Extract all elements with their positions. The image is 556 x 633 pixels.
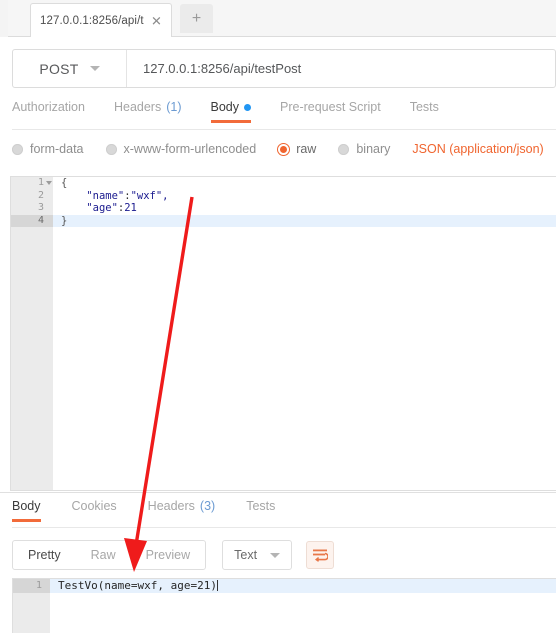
tab-headers-label: Headers	[113, 100, 162, 114]
request-tab-label: 127.0.0.1:8256/api/te	[40, 14, 144, 27]
new-tab-button[interactable]: +	[180, 4, 213, 33]
close-icon[interactable]: ✕	[150, 14, 163, 27]
response-toolbar: Pretty Raw Preview Text	[12, 540, 556, 570]
radio-icon	[12, 143, 23, 155]
view-mode-group: Pretty Raw Preview	[12, 540, 207, 570]
url-bar: POST 127.0.0.1:8256/api/testPost	[12, 49, 556, 88]
radio-x-www-form-urlencoded[interactable]: x-www-form-urlencoded	[105, 142, 257, 156]
radio-form-data-label: form-data	[30, 142, 84, 156]
plus-icon: +	[191, 10, 202, 27]
postman-window: 127.0.0.1:8256/api/te ✕ + POST 127.0.0.1…	[0, 0, 556, 633]
content-type-select[interactable]: JSON (application/json)	[412, 142, 543, 156]
tab-authorization-label: Authorization	[12, 100, 85, 114]
line-number: 3	[37, 202, 44, 214]
http-method-label: POST	[39, 60, 79, 77]
view-mode-raw-label: Raw	[90, 548, 116, 562]
radio-icon	[338, 143, 350, 155]
tab-body[interactable]: Body	[210, 100, 251, 123]
left-rail-lower	[0, 37, 8, 633]
body-modified-dot-icon	[244, 103, 251, 111]
body-type-options: form-data x-www-form-urlencoded raw bina…	[12, 139, 556, 159]
line-number: 4	[37, 214, 44, 226]
http-method-select[interactable]: POST	[13, 50, 127, 87]
radio-binary-label: binary	[356, 142, 391, 156]
response-code-area[interactable]: TestVo(name=wxf, age=21)	[50, 579, 556, 633]
radio-selected-icon	[278, 143, 290, 155]
radio-raw[interactable]: raw	[278, 142, 316, 156]
gutter-line: 1	[11, 177, 53, 190]
response-format-label: Text	[234, 548, 258, 562]
code-line: {	[61, 177, 68, 189]
response-line-number: 1	[13, 579, 50, 593]
tab-tests[interactable]: Tests	[410, 100, 439, 123]
code-line: }	[53, 214, 556, 228]
view-mode-preview-label: Preview	[145, 548, 191, 562]
gutter-line: 2	[11, 190, 53, 203]
view-mode-pretty-label: Pretty	[28, 548, 61, 562]
gutter-line: 4	[11, 214, 53, 228]
radio-binary[interactable]: binary	[338, 142, 390, 156]
gutter-line: 3	[11, 202, 53, 215]
response-tab-tests[interactable]: Tests	[246, 499, 275, 522]
tab-authorization[interactable]: Authorization	[12, 100, 85, 123]
code-line: "age":21	[86, 202, 137, 215]
response-tab-body-label: Body	[12, 499, 41, 513]
content-type-label: JSON (application/json)	[412, 142, 544, 156]
tab-headers[interactable]: Headers (1)	[114, 100, 182, 123]
response-tab-cookies-label: Cookies	[71, 499, 117, 513]
view-mode-raw[interactable]: Raw	[76, 541, 131, 569]
response-tab-headers-label: Headers	[147, 499, 195, 513]
request-body-editor[interactable]: 1 2 3 4 { "name":"wxf", "age":21 }	[10, 176, 556, 491]
radio-x-www-form-urlencoded-label: x-www-form-urlencoded	[123, 142, 257, 156]
line-number: 2	[37, 189, 44, 201]
tab-body-label: Body	[210, 100, 240, 114]
tab-tests-label: Tests	[409, 100, 439, 114]
chevron-down-icon	[89, 66, 100, 71]
url-text: 127.0.0.1:8256/api/testPost	[143, 61, 302, 76]
word-wrap-icon	[313, 549, 329, 562]
view-mode-pretty[interactable]: Pretty	[13, 541, 76, 569]
text-cursor	[216, 580, 218, 591]
radio-icon	[105, 143, 117, 155]
chevron-down-icon	[270, 552, 281, 558]
request-tab[interactable]: 127.0.0.1:8256/api/te ✕	[30, 3, 172, 37]
url-input[interactable]: 127.0.0.1:8256/api/testPost	[127, 50, 555, 87]
tab-headers-count: (1)	[166, 100, 182, 114]
response-tabs: Body Cookies Headers (3) Tests	[12, 499, 556, 528]
response-tab-body[interactable]: Body	[12, 499, 41, 522]
view-mode-preview[interactable]: Preview	[131, 541, 205, 569]
tab-pre-request-script[interactable]: Pre-request Script	[280, 100, 381, 123]
fold-arrow-icon[interactable]	[46, 181, 52, 185]
editor-code-area[interactable]: { "name":"wxf", "age":21 }	[53, 177, 556, 490]
radio-raw-label: raw	[296, 142, 317, 156]
response-divider	[0, 492, 556, 493]
tab-pre-request-script-label: Pre-request Script	[280, 100, 381, 114]
response-body-line: TestVo(name=wxf, age=21)	[50, 579, 556, 593]
response-tab-headers-count: (3)	[199, 499, 216, 513]
response-format-select[interactable]: Text	[222, 540, 293, 570]
radio-form-data[interactable]: form-data	[12, 142, 84, 156]
line-number: 1	[37, 177, 44, 188]
response-tab-tests-label: Tests	[246, 499, 276, 513]
response-tab-cookies[interactable]: Cookies	[72, 499, 117, 522]
response-body-text: TestVo(name=wxf, age=21)	[58, 579, 217, 592]
request-tabs: Authorization Headers (1) Body Pre-reque…	[12, 100, 556, 130]
response-body-editor[interactable]: 1 TestVo(name=wxf, age=21)	[12, 578, 556, 633]
word-wrap-button[interactable]	[306, 541, 335, 569]
tab-strip: 127.0.0.1:8256/api/te ✕ +	[8, 0, 556, 37]
response-gutter: 1	[13, 579, 50, 633]
response-tab-headers[interactable]: Headers (3)	[148, 499, 216, 522]
code-line: "name":"wxf",	[86, 189, 169, 202]
editor-gutter: 1 2 3 4	[11, 177, 53, 490]
